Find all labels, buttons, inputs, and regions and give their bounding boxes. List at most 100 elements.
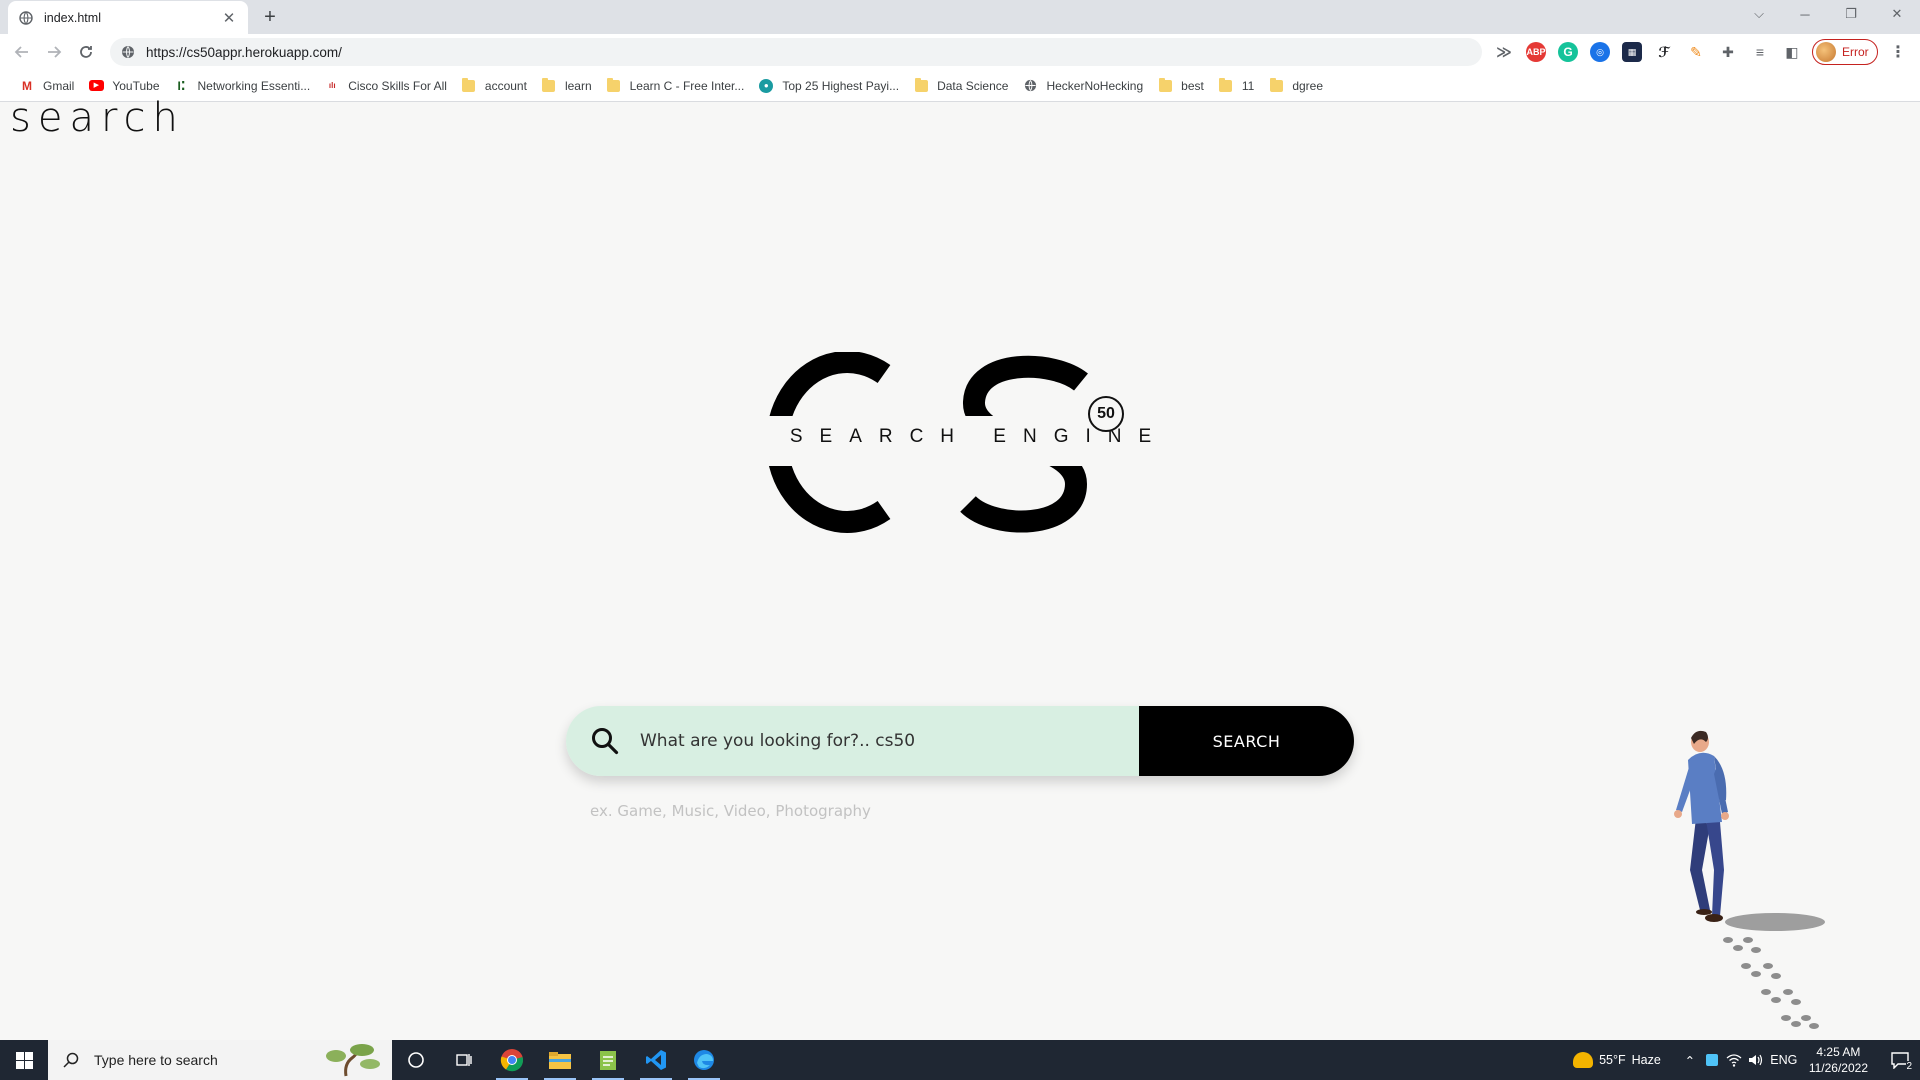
search-icon: [590, 726, 620, 756]
media-control-icon[interactable]: ≡: [1750, 42, 1770, 62]
search-input[interactable]: [640, 731, 1120, 751]
start-button[interactable]: [0, 1040, 48, 1080]
search-hint: ex. Game, Music, Video, Photography: [590, 802, 871, 820]
bookmark-label: Data Science: [937, 78, 1009, 93]
bookmark-cisco[interactable]: ılı Cisco Skills For All: [317, 72, 454, 100]
weather-haze-icon: [1573, 1052, 1594, 1068]
bookmark-folder-learn-c[interactable]: Learn C - Free Inter...: [599, 72, 752, 100]
bookmark-label: learn: [564, 78, 592, 93]
fast-forward-extension-icon[interactable]: ≫: [1494, 42, 1514, 62]
cisco-icon: ılı: [328, 81, 336, 90]
close-tab-icon[interactable]: ✕: [220, 9, 238, 27]
side-panel-icon[interactable]: ◧: [1782, 42, 1802, 62]
drop-icon: ●: [758, 78, 774, 94]
youtube-icon: ▶: [88, 78, 104, 94]
avatar: [1816, 42, 1836, 62]
profile-status-label: Error: [1842, 45, 1869, 59]
taskbar-chrome[interactable]: [488, 1040, 536, 1080]
clock-time: 4:25 AM: [1816, 1045, 1861, 1059]
tab-title: index.html: [44, 10, 101, 25]
folder-icon: [1268, 77, 1284, 94]
logo-subtitle: SEARCH ENGINE: [789, 426, 1169, 447]
close-window-button[interactable]: ✕: [1874, 0, 1920, 28]
folder-icon: [461, 77, 477, 94]
bookmark-label: account: [484, 78, 527, 93]
wifi-icon[interactable]: [1723, 1040, 1745, 1080]
profile-button[interactable]: Error: [1812, 39, 1878, 65]
bookmark-folder-dgree[interactable]: dgree: [1261, 72, 1330, 100]
chevron-up-icon[interactable]: ⌃: [1679, 1040, 1701, 1080]
cortana-button[interactable]: [392, 1040, 440, 1080]
bonsai-decoration-icon: [326, 1044, 380, 1077]
bookmark-folder-data-science[interactable]: Data Science: [906, 72, 1015, 100]
grammarly-icon[interactable]: G: [1558, 42, 1578, 62]
taskbar-edge[interactable]: [680, 1040, 728, 1080]
back-button[interactable]: [8, 38, 36, 66]
address-bar[interactable]: https://cs50appr.herokuapp.com/: [110, 38, 1482, 66]
reload-button[interactable]: [72, 38, 100, 66]
bookmark-label: Networking Essenti...: [197, 78, 311, 93]
site-info-icon[interactable]: [120, 44, 136, 60]
browser-tab[interactable]: index.html ✕: [8, 1, 248, 34]
page-content: search SEARCH ENGINE 50 SEARCH ex. Game,…: [0, 95, 1920, 1040]
corner-title: search: [10, 95, 185, 141]
search-button[interactable]: SEARCH: [1139, 706, 1354, 776]
globe-icon: [1022, 78, 1038, 94]
folder-icon: [1218, 77, 1234, 94]
taskbar-vscode[interactable]: [632, 1040, 680, 1080]
bookmark-folder-account[interactable]: account: [454, 72, 534, 100]
taskbar-search-box[interactable]: Type here to search: [48, 1040, 392, 1080]
bookmark-label: 11: [1241, 78, 1255, 93]
taskbar-file-explorer[interactable]: [536, 1040, 584, 1080]
bookmark-top25[interactable]: ● Top 25 Highest Payi...: [751, 72, 906, 100]
bookmark-label: Learn C - Free Inter...: [629, 78, 745, 93]
taskbar-notepad[interactable]: [584, 1040, 632, 1080]
folder-icon: [541, 77, 557, 94]
dark-extension-icon[interactable]: ▦: [1622, 42, 1642, 62]
folder-icon: [913, 77, 929, 94]
bookmark-heckernohecking[interactable]: HeckerNoHecking: [1015, 72, 1150, 100]
bookmark-folder-learn[interactable]: learn: [534, 72, 599, 100]
weather-widget[interactable]: 55°F Haze: [1573, 1052, 1661, 1068]
task-view-button[interactable]: [440, 1040, 488, 1080]
search-icon: [62, 1051, 80, 1069]
weather-temp: 55°F: [1599, 1053, 1626, 1067]
bookmark-label: Top 25 Highest Payi...: [782, 78, 900, 93]
clock-date: 11/26/2022: [1808, 1061, 1868, 1075]
language-indicator[interactable]: ENG: [1767, 1040, 1801, 1080]
adblock-icon[interactable]: ABP: [1526, 42, 1546, 62]
tab-search-icon[interactable]: ⌵: [1736, 0, 1782, 28]
notepad-icon: [600, 1051, 616, 1070]
restore-button[interactable]: ❐: [1828, 0, 1874, 28]
edge-icon: [694, 1050, 714, 1070]
bookmark-folder-11[interactable]: 11: [1211, 72, 1261, 100]
color-picker-icon[interactable]: ✎: [1686, 42, 1706, 62]
bookmark-networking[interactable]: I⁚ Networking Essenti...: [167, 72, 318, 100]
bookmarks-bar: M Gmail ▶ YouTube I⁚ Networking Essenti.…: [0, 70, 1920, 102]
gmail-icon: M: [22, 78, 32, 93]
search-field: [566, 706, 1139, 776]
taskbar-search-placeholder: Type here to search: [94, 1052, 218, 1068]
chrome-icon: [500, 1049, 524, 1072]
translate-extension-icon[interactable]: ◎: [1590, 42, 1610, 62]
new-tab-button[interactable]: +: [258, 5, 282, 29]
volume-icon[interactable]: [1745, 1040, 1767, 1080]
bookmark-folder-best[interactable]: best: [1150, 72, 1211, 100]
cortana-circle-icon: [408, 1052, 424, 1068]
bookmark-label: YouTube: [112, 78, 160, 93]
onedrive-icon[interactable]: [1701, 1040, 1723, 1080]
bookmark-label: best: [1181, 78, 1204, 93]
extensions-puzzle-icon[interactable]: ✚: [1718, 42, 1738, 62]
browser-menu-icon[interactable]: ⋮: [1888, 42, 1908, 62]
font-extension-icon[interactable]: ℱ: [1654, 42, 1674, 62]
clock[interactable]: 4:25 AM 11/26/2022: [1809, 1044, 1868, 1076]
bookmark-label: Cisco Skills For All: [348, 78, 447, 93]
system-tray: 55°F Haze ⌃ ENG 4:25 AM 11/26/2022 2: [1573, 1040, 1920, 1080]
notification-center-button[interactable]: 2: [1880, 1040, 1920, 1080]
forward-button[interactable]: [40, 38, 68, 66]
task-view-icon: [456, 1054, 472, 1066]
windows-logo-icon: [15, 1051, 33, 1069]
folder-icon: [1157, 77, 1173, 94]
search-bar: SEARCH: [566, 706, 1354, 776]
minimize-button[interactable]: ─: [1782, 0, 1828, 28]
